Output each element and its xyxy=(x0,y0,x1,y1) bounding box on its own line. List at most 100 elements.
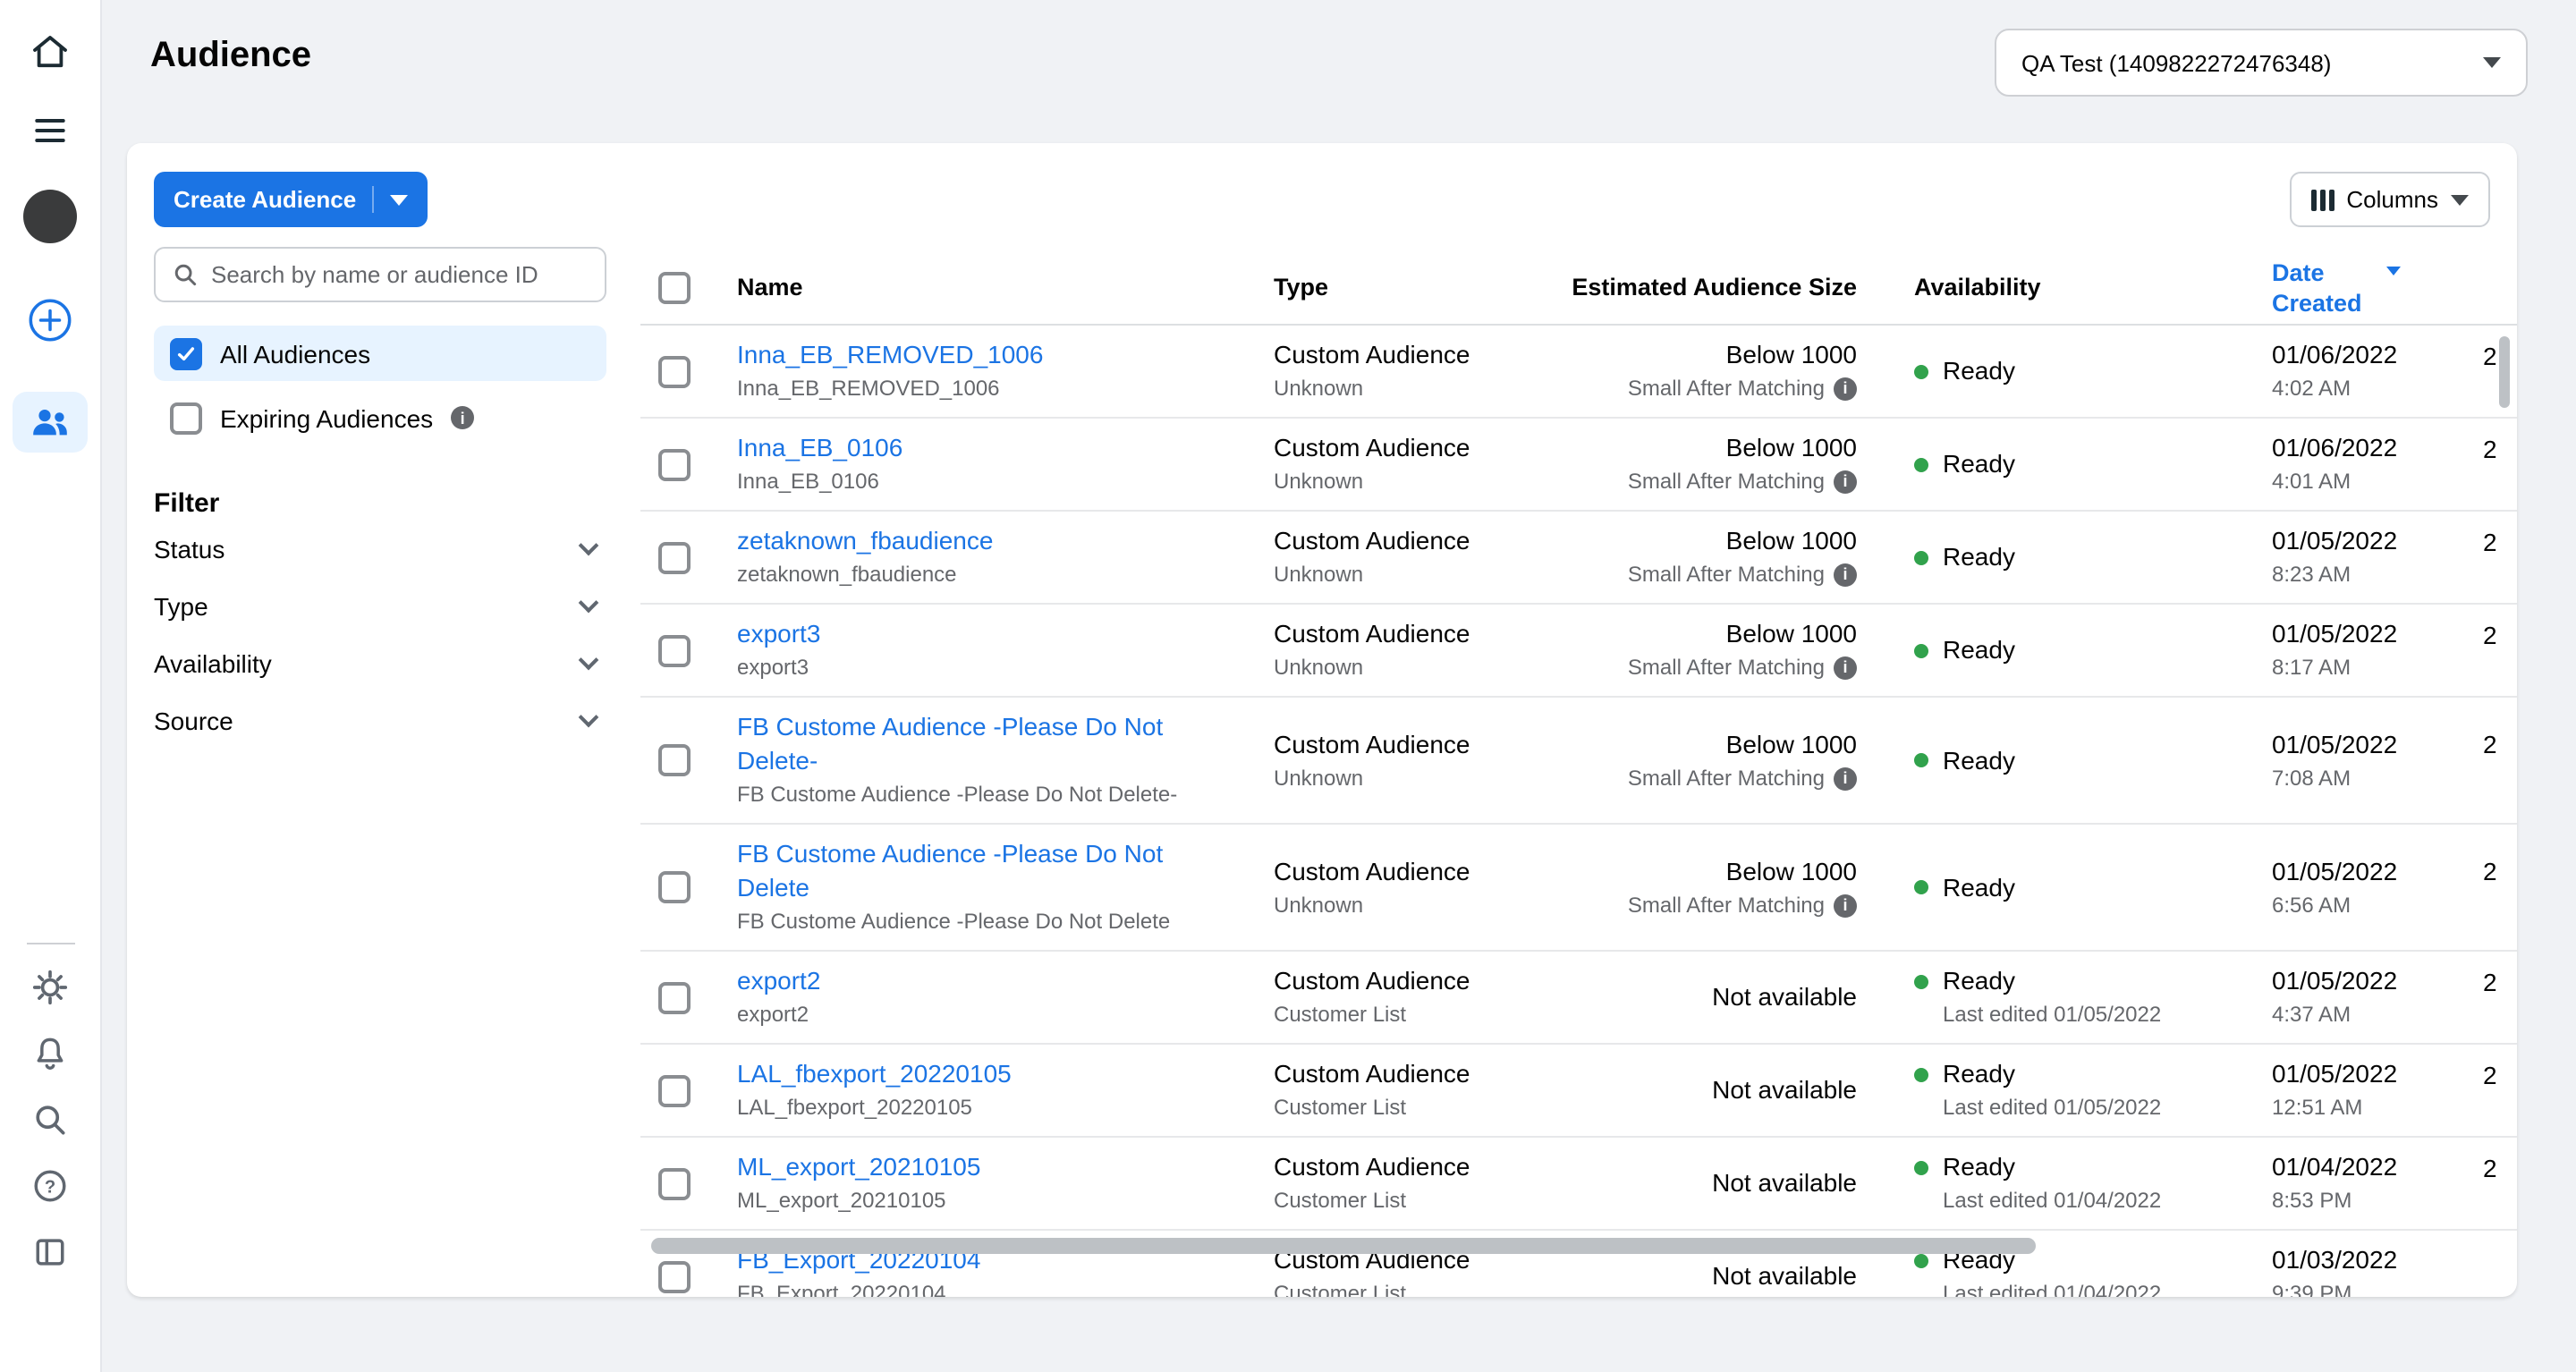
home-icon[interactable] xyxy=(29,30,72,73)
audience-type-detail: Unknown xyxy=(1274,467,1571,497)
chevron-down-icon xyxy=(2451,194,2469,205)
audience-name-link[interactable]: export2 xyxy=(737,964,820,998)
audience-size: Below 1000 xyxy=(1571,338,1857,372)
audience-size-note: Small After Matching xyxy=(1571,467,1857,497)
date-created: 01/05/2022 xyxy=(2272,524,2483,558)
audience-name-link[interactable]: Inna_EB_0106 xyxy=(737,431,902,465)
audience-name-link[interactable]: FB Custome Audience -Please Do Not Delet… xyxy=(737,837,1202,905)
audience-name-link[interactable]: export3 xyxy=(737,617,820,651)
all-audiences-checkbox[interactable] xyxy=(170,337,202,369)
row-checkbox[interactable] xyxy=(658,1074,691,1106)
time-created: 4:37 AM xyxy=(2272,1000,2483,1030)
audience-name-link[interactable]: zetaknown_fbaudience xyxy=(737,524,993,558)
expiring-audiences-label: Expiring Audiences xyxy=(220,403,433,432)
chevron-down-icon xyxy=(579,650,599,671)
filter-status[interactable]: Status xyxy=(154,522,606,576)
availability-status: Ready xyxy=(1943,1150,2015,1184)
notifications-bell-icon[interactable] xyxy=(30,1034,70,1073)
audiences-icon[interactable] xyxy=(13,392,88,453)
row-checkbox[interactable] xyxy=(658,981,691,1013)
time-created: 8:17 AM xyxy=(2272,653,2483,683)
status-ready-dot xyxy=(1914,1067,1928,1081)
horizontal-scrollbar[interactable] xyxy=(651,1238,2036,1254)
time-created: 4:01 AM xyxy=(2272,467,2483,497)
row-checkbox[interactable] xyxy=(658,355,691,387)
all-audiences-filter[interactable]: All Audiences xyxy=(154,326,606,381)
menu-icon[interactable] xyxy=(30,111,70,150)
status-ready-dot xyxy=(1914,364,1928,378)
search-icon[interactable] xyxy=(30,1100,70,1139)
vertical-scrollbar[interactable] xyxy=(2499,336,2510,408)
audience-type: Custom Audience xyxy=(1274,1150,1571,1184)
row-checkbox[interactable] xyxy=(658,871,691,903)
account-selector-dropdown[interactable]: QA Test (1409822272476348) xyxy=(1995,29,2528,97)
row-checkbox[interactable] xyxy=(658,448,691,480)
create-plus-icon[interactable] xyxy=(25,295,75,345)
audience-type-detail: Customer List xyxy=(1274,1000,1571,1030)
info-icon[interactable] xyxy=(1834,656,1857,680)
audience-type: Custom Audience xyxy=(1274,964,1571,998)
audience-table-body: Inna_EB_REMOVED_1006 Inna_EB_REMOVED_100… xyxy=(640,326,2517,1297)
status-ready-dot xyxy=(1914,457,1928,471)
column-header-date-created[interactable]: Date Created xyxy=(2272,257,2483,318)
columns-button[interactable]: Columns xyxy=(2289,172,2490,227)
audience-name-link[interactable]: ML_export_20210105 xyxy=(737,1150,980,1184)
column-header-type[interactable]: Type xyxy=(1274,274,1571,301)
info-icon[interactable] xyxy=(1834,893,1857,917)
create-audience-button[interactable]: Create Audience xyxy=(154,172,428,227)
column-header-name[interactable]: Name xyxy=(737,274,1274,301)
clipped-column-value: 2 xyxy=(2483,432,2517,466)
audience-subname: ML_export_20210105 xyxy=(737,1186,1202,1216)
chevron-down-icon xyxy=(579,536,599,556)
select-all-checkbox[interactable] xyxy=(658,271,691,303)
date-created: 01/05/2022 xyxy=(2272,727,2483,761)
audience-table: Name Type Estimated Audience Size Availa… xyxy=(640,250,2517,1297)
status-ready-dot xyxy=(1914,550,1928,564)
audience-type: Custom Audience xyxy=(1274,854,1571,888)
availability-status: Ready xyxy=(1943,964,2015,998)
filter-availability[interactable]: Availability xyxy=(154,637,606,690)
table-row: Inna_EB_0106 Inna_EB_0106 Custom Audienc… xyxy=(640,419,2517,512)
expiring-audiences-checkbox[interactable] xyxy=(170,402,202,434)
row-checkbox[interactable] xyxy=(658,744,691,776)
table-row: FB Custome Audience -Please Do Not Delet… xyxy=(640,825,2517,952)
audience-subname: zetaknown_fbaudience xyxy=(737,560,1202,590)
audience-size: Not available xyxy=(1571,1166,1857,1200)
table-row: ML_export_20210105 ML_export_20210105 Cu… xyxy=(640,1138,2517,1231)
audience-name-link[interactable]: LAL_fbexport_20220105 xyxy=(737,1057,1012,1091)
filter-type[interactable]: Type xyxy=(154,580,606,633)
expiring-audiences-filter[interactable]: Expiring Audiences xyxy=(154,390,606,445)
row-checkbox[interactable] xyxy=(658,634,691,666)
help-icon[interactable]: ? xyxy=(30,1166,70,1206)
column-header-size[interactable]: Estimated Audience Size xyxy=(1571,274,1875,301)
info-icon[interactable] xyxy=(1834,470,1857,494)
row-checkbox[interactable] xyxy=(658,1260,691,1292)
page-title: Audience xyxy=(150,36,311,77)
info-icon[interactable] xyxy=(1834,766,1857,790)
filter-status-label: Status xyxy=(154,535,225,563)
column-header-availability[interactable]: Availability xyxy=(1875,274,2272,301)
audience-name-link[interactable]: Inna_EB_REMOVED_1006 xyxy=(737,338,1043,372)
audience-type-detail: Customer List xyxy=(1274,1093,1571,1123)
availability-status: Ready xyxy=(1943,447,2015,481)
account-avatar[interactable] xyxy=(23,190,77,243)
clipped-column-value: 2 xyxy=(2483,1058,2517,1092)
date-created: 01/05/2022 xyxy=(2272,617,2483,651)
audience-type-detail: Unknown xyxy=(1274,653,1571,683)
collapse-panel-icon[interactable] xyxy=(30,1232,70,1272)
time-created: 7:08 AM xyxy=(2272,763,2483,793)
info-icon xyxy=(451,406,474,429)
audiences-selected-indicator xyxy=(13,392,88,453)
info-icon[interactable] xyxy=(1834,563,1857,587)
settings-gear-icon[interactable] xyxy=(30,968,70,1007)
row-checkbox[interactable] xyxy=(658,1167,691,1199)
filter-source[interactable]: Source xyxy=(154,694,606,748)
audience-size: Below 1000 xyxy=(1571,854,1857,888)
audience-type: Custom Audience xyxy=(1274,1057,1571,1091)
search-input[interactable] xyxy=(211,261,589,288)
info-icon[interactable] xyxy=(1834,377,1857,401)
time-created: 12:51 AM xyxy=(2272,1093,2483,1123)
audience-name-link[interactable]: FB Custome Audience -Please Do Not Delet… xyxy=(737,710,1202,778)
row-checkbox[interactable] xyxy=(658,541,691,573)
time-created: 6:56 AM xyxy=(2272,890,2483,920)
